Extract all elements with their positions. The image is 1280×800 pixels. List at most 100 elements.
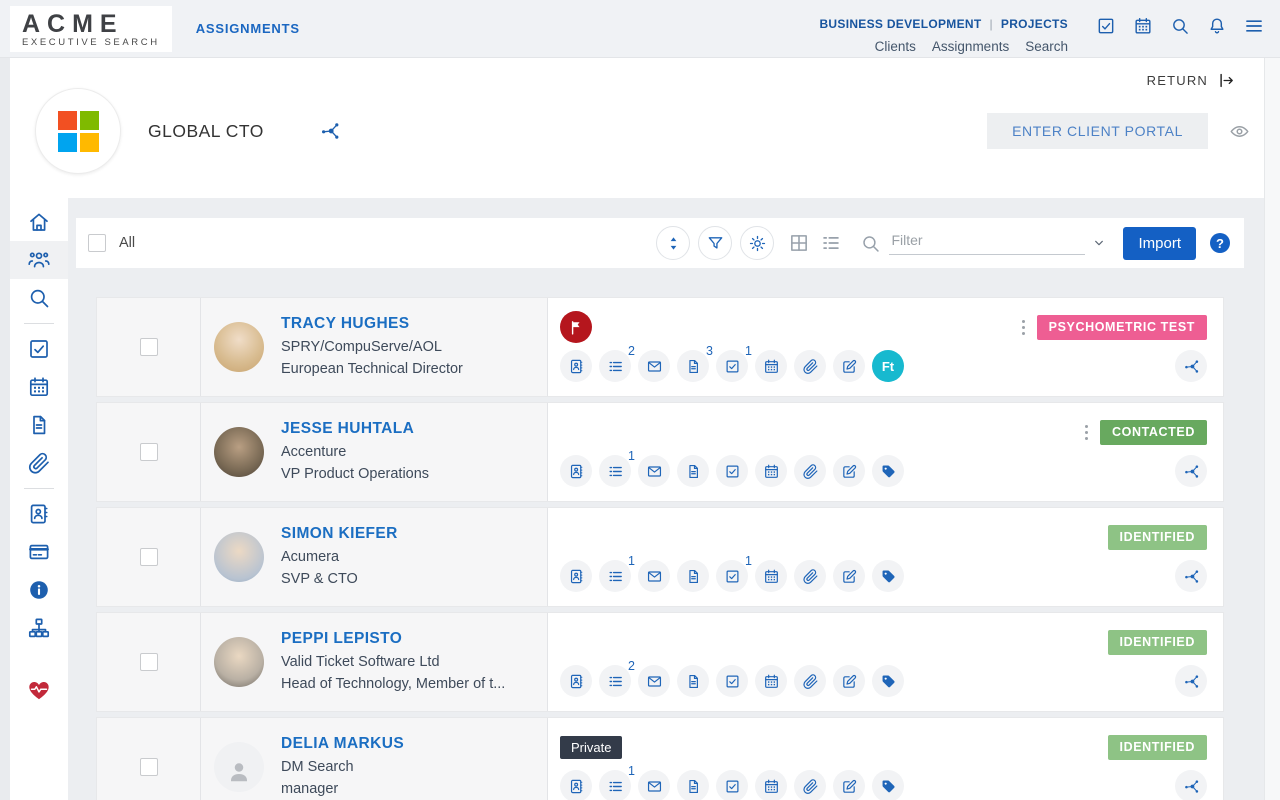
task-icon[interactable]: 1	[716, 344, 752, 382]
calendar-icon[interactable]	[755, 455, 787, 487]
tag-icon[interactable]	[872, 770, 904, 800]
edit-icon[interactable]	[833, 560, 865, 592]
attachment-icon[interactable]	[794, 665, 826, 697]
mail-icon[interactable]	[638, 560, 670, 592]
import-button[interactable]: Import	[1123, 226, 1196, 260]
select-all[interactable]: All	[88, 234, 135, 252]
avatar[interactable]	[214, 322, 264, 372]
tasks-icon[interactable]	[1096, 16, 1116, 36]
task-icon[interactable]	[716, 455, 748, 487]
network-icon[interactable]	[1175, 770, 1207, 800]
candidate-name[interactable]: JESSE HUHTALA	[281, 420, 429, 438]
nav-business-development[interactable]: BUSINESS DEVELOPMENT	[819, 17, 981, 31]
help-icon[interactable]: ?	[1210, 233, 1230, 253]
network-icon[interactable]	[1175, 455, 1207, 487]
sidebar-item-calendar[interactable]	[10, 368, 68, 406]
sidebar-item-attachments[interactable]	[10, 444, 68, 482]
sidebar-item-search[interactable]	[10, 279, 68, 317]
tag-icon[interactable]	[872, 455, 904, 487]
sidebar-item-home[interactable]	[10, 203, 68, 241]
row-checkbox[interactable]	[139, 758, 158, 776]
flag-icon[interactable]	[560, 311, 592, 343]
task-icon[interactable]	[716, 770, 748, 800]
edit-icon[interactable]	[833, 455, 865, 487]
contact-card-icon[interactable]	[560, 350, 592, 382]
calendar-icon[interactable]	[755, 560, 787, 592]
relationship-map-icon[interactable]	[318, 119, 342, 143]
search-icon[interactable]	[1170, 16, 1190, 36]
scrollbar-track[interactable]	[1264, 58, 1280, 800]
candidate-name[interactable]: SIMON KIEFER	[281, 525, 398, 543]
bell-icon[interactable]	[1207, 16, 1227, 36]
row-checkbox[interactable]	[139, 548, 158, 566]
tag-icon[interactable]	[872, 560, 904, 592]
avatar-placeholder[interactable]	[214, 742, 264, 792]
sidebar-item-documents[interactable]	[10, 406, 68, 444]
tag-icon[interactable]	[872, 665, 904, 697]
activity-list-icon[interactable]: 2	[599, 659, 635, 697]
network-icon[interactable]	[1175, 350, 1207, 382]
attachment-icon[interactable]	[794, 350, 826, 382]
app-logo[interactable]: ACME EXECUTIVE SEARCH	[10, 5, 172, 52]
row-menu-dots[interactable]	[1083, 423, 1090, 442]
sidebar-item-org-chart[interactable]	[10, 609, 68, 647]
subnav-search[interactable]: Search	[1025, 39, 1068, 54]
document-icon[interactable]: 3	[677, 344, 713, 382]
sidebar-item-info[interactable]	[10, 571, 68, 609]
mail-icon[interactable]	[638, 770, 670, 800]
network-icon[interactable]	[1175, 560, 1207, 592]
filter-button[interactable]	[698, 226, 733, 260]
menu-icon[interactable]	[1244, 16, 1264, 36]
row-checkbox[interactable]	[139, 338, 158, 356]
sidebar-item-health[interactable]	[10, 671, 68, 709]
contact-card-icon[interactable]	[560, 665, 592, 697]
mail-icon[interactable]	[638, 350, 670, 382]
network-icon[interactable]	[1175, 665, 1207, 697]
attachment-icon[interactable]	[794, 770, 826, 800]
contact-card-icon[interactable]	[560, 455, 592, 487]
candidate-name[interactable]: DELIA MARKUS	[281, 735, 404, 753]
attachment-icon[interactable]	[794, 560, 826, 592]
activity-list-icon[interactable]: 1	[599, 449, 635, 487]
row-checkbox[interactable]	[139, 443, 158, 461]
mail-icon[interactable]	[638, 665, 670, 697]
avatar[interactable]	[214, 637, 264, 687]
candidate-name[interactable]: TRACY HUGHES	[281, 315, 463, 333]
document-icon[interactable]	[677, 770, 709, 800]
avatar[interactable]	[214, 427, 264, 477]
candidate-name[interactable]: PEPPI LEPISTO	[281, 630, 505, 648]
document-icon[interactable]	[677, 560, 709, 592]
settings-button[interactable]	[740, 226, 775, 260]
calendar-icon[interactable]	[1133, 16, 1153, 36]
filter-input[interactable]	[889, 231, 1086, 255]
sort-button[interactable]	[656, 226, 691, 260]
attachment-icon[interactable]	[794, 455, 826, 487]
mail-icon[interactable]	[638, 455, 670, 487]
subnav-clients[interactable]: Clients	[875, 39, 916, 54]
contact-card-icon[interactable]	[560, 560, 592, 592]
activity-list-icon[interactable]: 2	[599, 344, 635, 382]
contact-card-icon[interactable]	[560, 770, 592, 800]
list-view-icon[interactable]	[820, 232, 842, 254]
row-checkbox[interactable]	[139, 653, 158, 671]
chevron-down-icon[interactable]	[1091, 235, 1107, 251]
calendar-icon[interactable]	[755, 770, 787, 800]
edit-icon[interactable]	[833, 770, 865, 800]
edit-icon[interactable]	[833, 350, 865, 382]
eye-icon[interactable]	[1229, 121, 1250, 142]
sidebar-item-contacts[interactable]	[10, 495, 68, 533]
task-icon[interactable]	[716, 665, 748, 697]
document-icon[interactable]	[677, 455, 709, 487]
nav-projects[interactable]: PROJECTS	[1001, 17, 1068, 31]
document-icon[interactable]	[677, 665, 709, 697]
grid-view-icon[interactable]	[788, 232, 810, 254]
sidebar-item-billing[interactable]	[10, 533, 68, 571]
return-link[interactable]: RETURN	[1147, 71, 1236, 90]
enter-client-portal-button[interactable]: ENTER CLIENT PORTAL	[987, 113, 1208, 149]
subnav-assignments[interactable]: Assignments	[932, 39, 1009, 54]
ft-badge[interactable]: Ft	[872, 350, 904, 382]
calendar-icon[interactable]	[755, 350, 787, 382]
activity-list-icon[interactable]: 1	[599, 554, 635, 592]
select-all-checkbox[interactable]	[88, 234, 106, 252]
task-icon[interactable]: 1	[716, 554, 752, 592]
